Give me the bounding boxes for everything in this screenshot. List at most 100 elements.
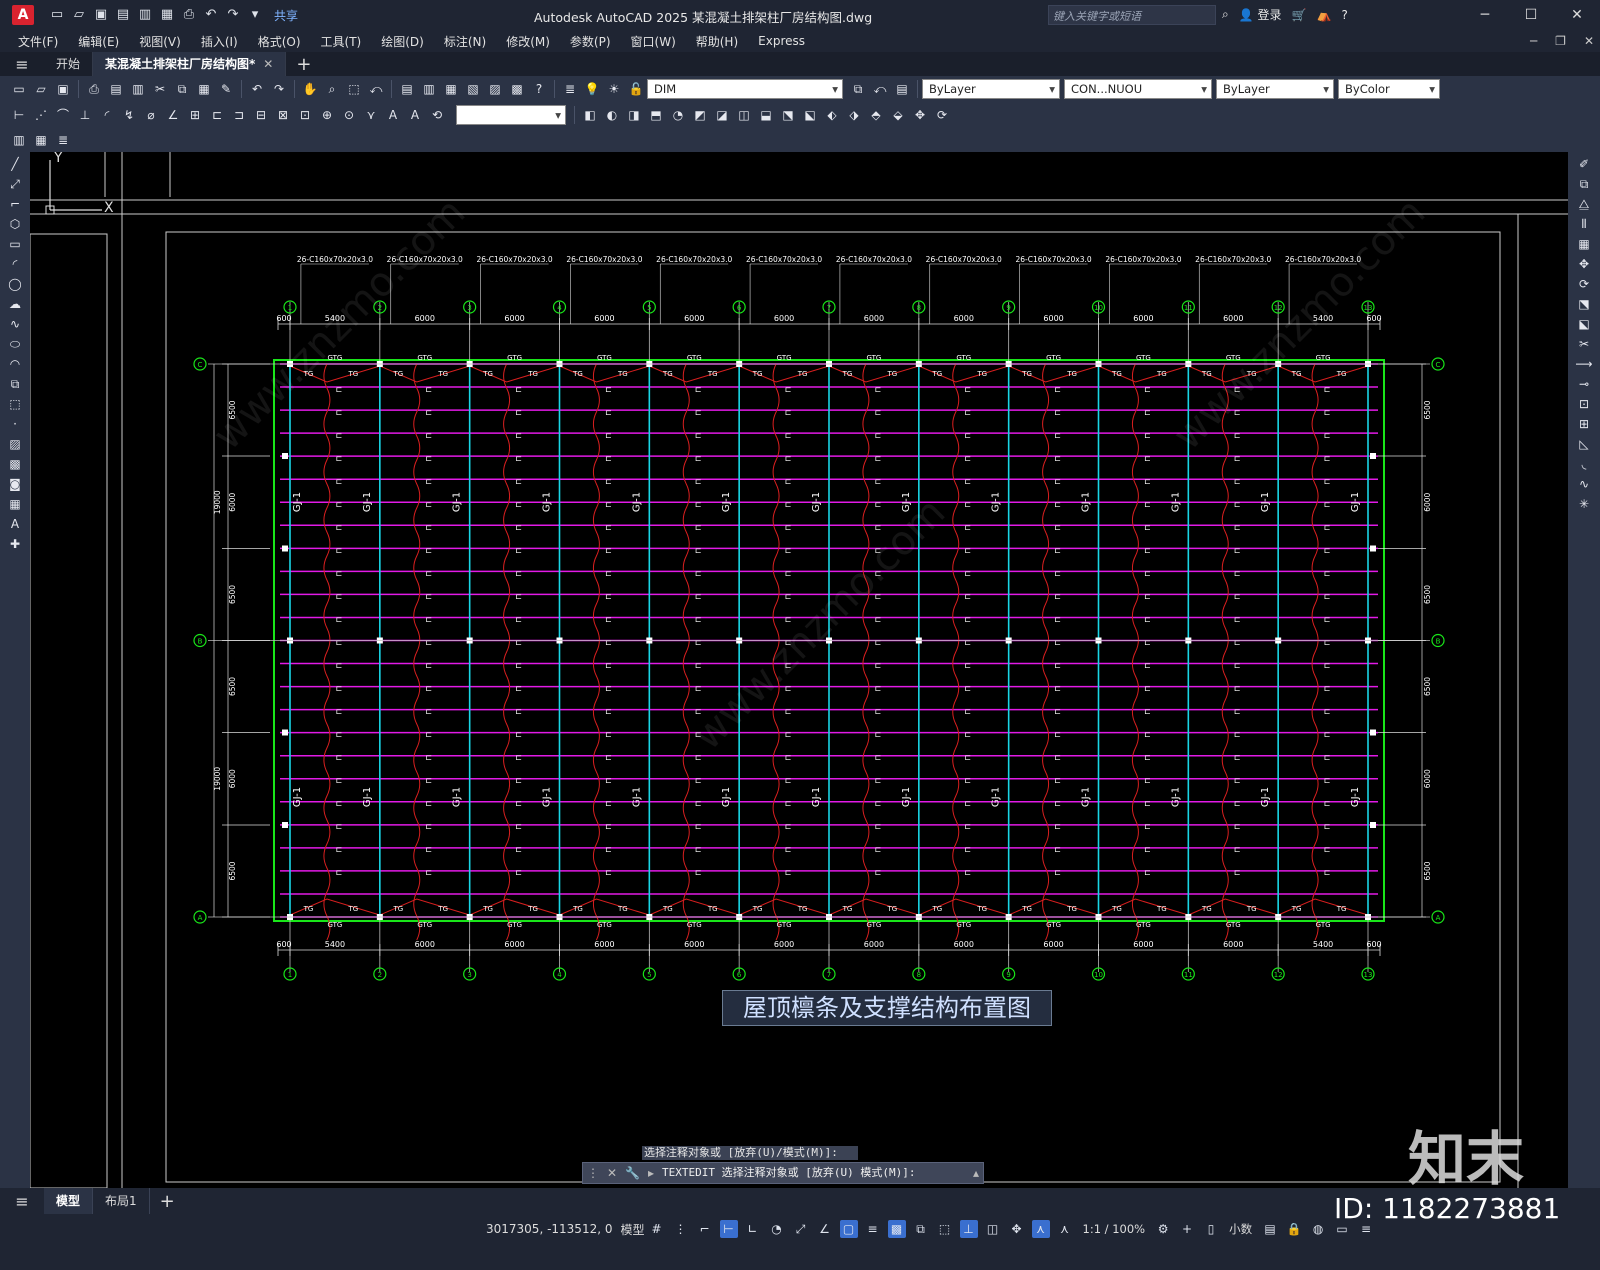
menu-express[interactable]: Express bbox=[758, 34, 817, 48]
ellipse-icon[interactable]: ⬭ bbox=[6, 336, 24, 352]
publish-3d-icon[interactable]: ▥ bbox=[129, 81, 147, 97]
dim-baseline-icon[interactable]: ⊏ bbox=[208, 107, 226, 123]
isodraft-icon[interactable]: ⤢ bbox=[792, 1220, 810, 1238]
lineweight-icon[interactable]: ≡ bbox=[864, 1220, 882, 1238]
units-select[interactable]: 小数 bbox=[1229, 1221, 1252, 1237]
workspace-gear-icon[interactable]: ⚙ bbox=[1154, 1220, 1172, 1238]
dim-break-icon[interactable]: ⊠ bbox=[274, 107, 292, 123]
cart-icon[interactable]: 🛒 bbox=[1292, 8, 1307, 22]
dim-update-icon[interactable]: ⟲ bbox=[428, 107, 446, 123]
dim-continue-icon[interactable]: ⊐ bbox=[230, 107, 248, 123]
grid-icon[interactable]: # bbox=[648, 1220, 666, 1238]
construction-line-icon[interactable]: ⤢ bbox=[6, 176, 24, 192]
new-icon[interactable]: ▭ bbox=[48, 7, 66, 23]
menu-draw[interactable]: 绘图(D) bbox=[381, 33, 436, 50]
blend-icon[interactable]: ∿ bbox=[1575, 476, 1593, 492]
layer-select[interactable]: DIM bbox=[647, 79, 843, 99]
matchprop-icon[interactable]: ✎ bbox=[217, 81, 235, 97]
publish-icon[interactable]: ▥ bbox=[136, 7, 154, 23]
zoom-window-icon[interactable]: ⬚ bbox=[345, 81, 363, 97]
intersect-icon[interactable]: ◫ bbox=[735, 107, 753, 123]
copy-icon[interactable]: ⧉ bbox=[173, 81, 191, 97]
explode-icon[interactable]: ✳ bbox=[1575, 496, 1593, 512]
polar-tracking-icon[interactable]: ◔ bbox=[768, 1220, 786, 1238]
insert-block-icon[interactable]: ⧉ bbox=[6, 376, 24, 392]
dim-space-icon[interactable]: ⊟ bbox=[252, 107, 270, 123]
break-point-icon[interactable]: ⊸ bbox=[1575, 376, 1593, 392]
dynamic-input-icon[interactable]: ⊢ bbox=[719, 1220, 738, 1238]
erase-icon[interactable]: ✐ bbox=[1575, 156, 1593, 172]
close-tab-icon[interactable]: ✕ bbox=[263, 57, 273, 71]
command-grip-icon[interactable]: ⋮ bbox=[587, 1166, 599, 1180]
doc-minimize-button[interactable]: ─ bbox=[1530, 30, 1537, 52]
infer-constraints-icon[interactable]: ⌐ bbox=[696, 1220, 714, 1238]
object-snap-tracking-icon[interactable]: ∠ bbox=[816, 1220, 834, 1238]
point-icon[interactable]: · bbox=[6, 416, 24, 432]
properties-icon[interactable]: ▤ bbox=[398, 81, 416, 97]
preview-icon[interactable]: ▤ bbox=[107, 81, 125, 97]
redo-icon[interactable]: ↷ bbox=[224, 7, 242, 23]
box-icon[interactable]: ◧ bbox=[581, 107, 599, 123]
layer-freeze-icon[interactable]: ☀ bbox=[605, 81, 623, 97]
close-button[interactable]: ✕ bbox=[1554, 0, 1600, 30]
menu-dimension[interactable]: 标注(N) bbox=[444, 33, 498, 50]
quick-dim-icon[interactable]: ⊞ bbox=[186, 107, 204, 123]
rotate-icon[interactable]: ⟳ bbox=[1575, 276, 1593, 292]
tab-active-drawing[interactable]: 某混凝土排架柱厂房结构图* ✕ bbox=[93, 52, 287, 76]
transparency-icon[interactable]: ▩ bbox=[887, 1220, 906, 1238]
gradient-icon[interactable]: ▩ bbox=[6, 456, 24, 472]
design-center-icon[interactable]: ▥ bbox=[420, 81, 438, 97]
scale-icon[interactable]: ⬔ bbox=[1575, 296, 1593, 312]
search-icon[interactable]: ⌕ bbox=[1222, 7, 1229, 22]
markup-icon[interactable]: ▨ bbox=[486, 81, 504, 97]
ellipse-arc-icon[interactable]: ◠ bbox=[6, 356, 24, 372]
tool-palettes-icon[interactable]: ▦ bbox=[442, 81, 460, 97]
chamfer-icon[interactable]: ◺ bbox=[1575, 436, 1593, 452]
coordinate-readout[interactable]: 3017305, -113512, 0 bbox=[486, 1222, 612, 1236]
dynamic-ucs-icon[interactable]: ⊥ bbox=[959, 1220, 978, 1238]
dim-aligned-icon[interactable]: ⋰ bbox=[32, 107, 50, 123]
print-icon[interactable]: ⎙ bbox=[180, 7, 198, 23]
linetype-select[interactable]: CON...NUOU bbox=[1064, 79, 1212, 99]
circle-icon[interactable]: ◯ bbox=[6, 276, 24, 292]
tab-layout1[interactable]: 布局1 bbox=[93, 1188, 150, 1214]
menu-hamburger-icon[interactable]: ≡ bbox=[0, 55, 44, 74]
fillet-icon[interactable]: ◟ bbox=[1575, 456, 1593, 472]
add-layout-plus-icon[interactable]: + bbox=[160, 1191, 175, 1212]
layer-properties-icon[interactable]: ≣ bbox=[561, 81, 579, 97]
plot-icon[interactable]: ⎙ bbox=[85, 81, 103, 97]
offset-icon[interactable]: ⫴ bbox=[1575, 216, 1593, 232]
recent-commands-icon[interactable]: ▸ bbox=[648, 1166, 654, 1180]
fillet-edge-icon[interactable]: ⬘ bbox=[867, 107, 885, 123]
dim-linear-icon[interactable]: ⊢ bbox=[10, 107, 28, 123]
dim-jogged-icon[interactable]: ↯ bbox=[120, 107, 138, 123]
chamfer-edge-icon[interactable]: ⬙ bbox=[889, 107, 907, 123]
selection-cycling-icon[interactable]: ⧉ bbox=[912, 1220, 930, 1238]
trim-icon[interactable]: ✂ bbox=[1575, 336, 1593, 352]
command-expand-icon[interactable]: ▴ bbox=[973, 1166, 979, 1180]
layer-state-icon[interactable]: ▤ bbox=[893, 81, 911, 97]
search-input[interactable]: 键入关键字或短语 bbox=[1048, 5, 1216, 25]
menu-format[interactable]: 格式(O) bbox=[258, 33, 313, 50]
paste-icon[interactable]: ▦ bbox=[195, 81, 213, 97]
layer-on-icon[interactable]: 💡 bbox=[583, 81, 601, 97]
region-icon[interactable]: ◙ bbox=[6, 476, 24, 492]
selection-filter-icon[interactable]: ◫ bbox=[984, 1220, 1002, 1238]
revolve-icon[interactable]: ◔ bbox=[669, 107, 687, 123]
shell-icon[interactable]: ⬗ bbox=[845, 107, 863, 123]
array-icon[interactable]: ▦ bbox=[1575, 236, 1593, 252]
save-as-icon[interactable]: ▤ bbox=[114, 7, 132, 23]
subtract-icon[interactable]: ◪ bbox=[713, 107, 731, 123]
make-block-icon[interactable]: ⬚ bbox=[6, 396, 24, 412]
layer-iso-icon[interactable]: ▦ bbox=[32, 132, 50, 148]
maximize-button[interactable]: ☐ bbox=[1508, 0, 1554, 30]
menu-window[interactable]: 窗口(W) bbox=[631, 33, 688, 50]
qnew-icon[interactable]: ▭ bbox=[10, 81, 28, 97]
snap-icon[interactable]: ⋮ bbox=[672, 1220, 690, 1238]
annotation-visibility-icon[interactable]: ⋏ bbox=[1031, 1220, 1050, 1238]
lock-ui-icon[interactable]: 🔒 bbox=[1285, 1220, 1303, 1238]
thicken-icon[interactable]: ⬖ bbox=[823, 107, 841, 123]
copy-object-icon[interactable]: ⧉ bbox=[1575, 176, 1593, 192]
section-icon[interactable]: ⬕ bbox=[801, 107, 819, 123]
line-icon[interactable]: ╱ bbox=[6, 156, 24, 172]
